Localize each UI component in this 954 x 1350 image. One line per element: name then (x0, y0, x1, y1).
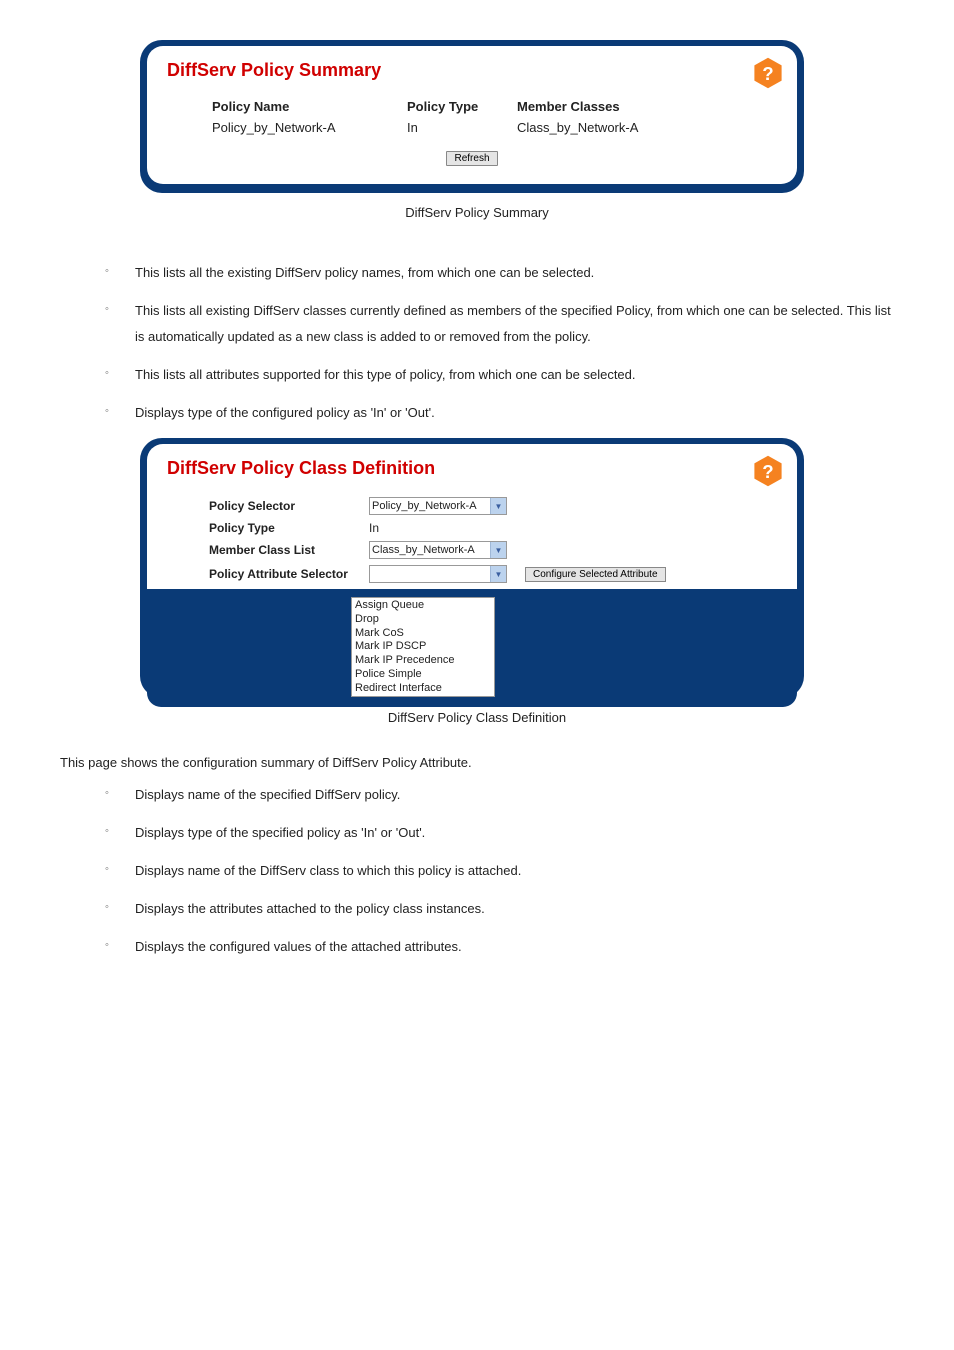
configure-selected-attribute-button[interactable]: Configure Selected Attribute (525, 567, 666, 582)
section-intro: This page shows the configuration summar… (60, 755, 894, 770)
dropdown-option[interactable]: Police Simple (355, 668, 491, 682)
panel-title: DiffServ Policy Class Definition (167, 458, 777, 479)
help-icon[interactable]: ? (751, 56, 785, 90)
policy-summary-panel: DiffServ Policy Summary ? Policy Name Po… (140, 40, 804, 193)
list-item: Displays type of the specified policy as… (105, 820, 894, 846)
list-item: This lists all the existing DiffServ pol… (105, 260, 894, 286)
list-item: Displays the configured values of the at… (105, 934, 894, 960)
panel-title: DiffServ Policy Summary (167, 60, 777, 81)
dropdown-option[interactable]: Redirect Interface (355, 682, 491, 696)
dropdown-option[interactable]: Mark CoS (355, 627, 491, 641)
help-icon[interactable]: ? (751, 454, 785, 488)
policy-attribute-selector-dropdown[interactable]: ▼ (369, 565, 507, 583)
policy-class-definition-panel: DiffServ Policy Class Definition ? Polic… (140, 438, 804, 698)
list-item: Displays name of the DiffServ class to w… (105, 858, 894, 884)
col-value-member-classes: Class_by_Network-A (517, 120, 687, 135)
chevron-down-icon: ▼ (490, 542, 506, 558)
dropdown-option[interactable]: Drop (355, 613, 491, 627)
policy-selector-dropdown[interactable]: Policy_by_Network-A ▼ (369, 497, 507, 515)
dropdown-option[interactable]: Mark IP Precedence (355, 654, 491, 668)
policy-attribute-options-list[interactable]: Assign Queue Drop Mark CoS Mark IP DSCP … (351, 597, 495, 697)
description-list-2: Displays name of the specified DiffServ … (105, 782, 894, 960)
member-class-list-label: Member Class List (209, 543, 369, 557)
figure-caption: DiffServ Policy Class Definition (60, 710, 894, 725)
svg-text:?: ? (762, 63, 773, 84)
col-value-policy-type: In (407, 120, 517, 135)
col-header-policy-type: Policy Type (407, 99, 517, 114)
policy-attribute-selector-label: Policy Attribute Selector (209, 567, 369, 581)
svg-text:?: ? (762, 461, 773, 482)
policy-selector-label: Policy Selector (209, 499, 369, 513)
policy-type-label: Policy Type (209, 521, 369, 535)
col-value-policy-name: Policy_by_Network-A (212, 120, 407, 135)
policy-type-value: In (369, 521, 379, 535)
chevron-down-icon: ▼ (490, 566, 506, 582)
list-item: Displays name of the specified DiffServ … (105, 782, 894, 808)
dropdown-option[interactable]: Assign Queue (355, 599, 491, 613)
figure-caption: DiffServ Policy Summary (60, 205, 894, 220)
dropdown-option[interactable]: Mark IP DSCP (355, 640, 491, 654)
col-header-member-classes: Member Classes (517, 99, 687, 114)
list-item: Displays the attributes attached to the … (105, 896, 894, 922)
refresh-button[interactable]: Refresh (446, 151, 497, 166)
list-item: This lists all existing DiffServ classes… (105, 298, 894, 350)
member-class-dropdown[interactable]: Class_by_Network-A ▼ (369, 541, 507, 559)
list-item: Displays type of the configured policy a… (105, 400, 894, 426)
description-list-1: This lists all the existing DiffServ pol… (105, 260, 894, 426)
chevron-down-icon: ▼ (490, 498, 506, 514)
list-item: This lists all attributes supported for … (105, 362, 894, 388)
col-header-policy-name: Policy Name (212, 99, 407, 114)
